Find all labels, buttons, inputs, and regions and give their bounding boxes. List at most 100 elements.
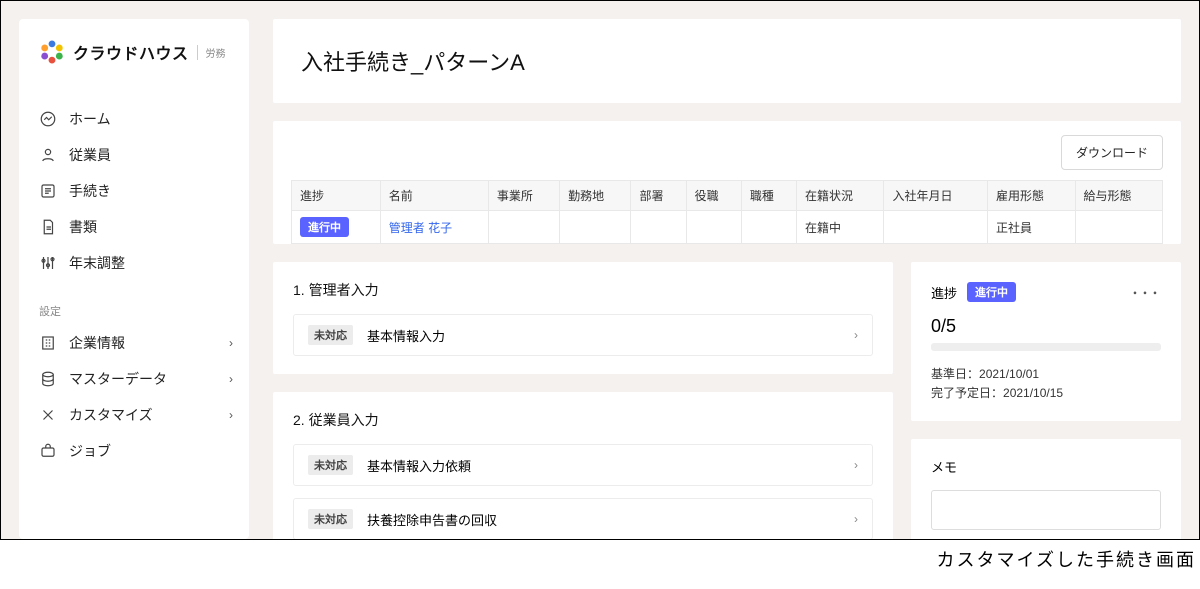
due-date-label: 完了予定日： xyxy=(931,386,1003,400)
task-label: 扶養控除申告書の回収 xyxy=(367,510,497,529)
base-date: 2021/10/01 xyxy=(979,367,1039,381)
progress-label: 進捗 xyxy=(931,283,957,302)
column-header: 給与形態 xyxy=(1075,181,1163,211)
column-header: 名前 xyxy=(380,181,488,211)
content-columns: 1. 管理者入力未対応基本情報入力›2. 従業員入力未対応基本情報入力依頼›未対… xyxy=(273,262,1181,540)
side-column: 進捗 進行中 ･･･ 0/5 基準日：2021/10/01 完了予定日：2021… xyxy=(911,262,1181,540)
sidebar-nav: ホーム従業員手続き書類年末調整 xyxy=(39,101,233,281)
column-header: 入社年月日 xyxy=(884,181,988,211)
column-header: 勤務地 xyxy=(560,181,631,211)
sidebar-settings-item-3[interactable]: ジョブ xyxy=(39,433,233,469)
sidebar: クラウドハウス 労務 ホーム従業員手続き書類年末調整 設定 企業情報›マスターデ… xyxy=(19,19,249,539)
list-icon xyxy=(39,182,57,200)
progress-bar xyxy=(931,343,1161,351)
employee-table: 進捗名前事業所勤務地部署役職職種在籍状況入社年月日雇用形態給与形態 進行中 管理… xyxy=(291,180,1163,244)
tools-icon xyxy=(39,406,57,424)
task-sections-column: 1. 管理者入力未対応基本情報入力›2. 従業員入力未対応基本情報入力依頼›未対… xyxy=(273,262,893,540)
employee-name-link[interactable]: 管理者 花子 xyxy=(389,221,452,235)
sidebar-settings: 企業情報 › マスターデータ › カスタマイズ › ジョブ xyxy=(39,325,233,469)
main: 入社手続き_パターンA ダウンロード 進捗名前事業所勤務地部署役職職種在籍状況入… xyxy=(273,19,1181,539)
database-icon xyxy=(39,370,57,388)
task-row[interactable]: 未対応扶養控除申告書の回収 › xyxy=(293,498,873,540)
chevron-right-icon: › xyxy=(854,328,858,342)
task-section-1: 2. 従業員入力未対応基本情報入力依頼›未対応扶養控除申告書の回収›未対応マイナ… xyxy=(273,392,893,540)
task-status-badge: 未対応 xyxy=(308,455,353,475)
progress-card: 進捗 進行中 ･･･ 0/5 基準日：2021/10/01 完了予定日：2021… xyxy=(911,262,1181,421)
due-date: 2021/10/15 xyxy=(1003,386,1063,400)
progress-badge: 進行中 xyxy=(300,217,349,237)
nav-label: 年末調整 xyxy=(69,253,125,273)
building-icon xyxy=(39,334,57,352)
progress-badge: 進行中 xyxy=(967,282,1016,302)
cell-dept xyxy=(631,211,686,244)
cell-workplace xyxy=(560,211,631,244)
brand-sub: 労務 xyxy=(197,45,226,60)
briefcase-icon xyxy=(39,442,57,460)
chevron-right-icon: › xyxy=(229,336,233,350)
nav-label: ジョブ xyxy=(69,441,111,461)
cell-hire-date xyxy=(884,211,988,244)
cell-status: 在籍中 xyxy=(797,211,884,244)
chevron-right-icon: › xyxy=(229,372,233,386)
column-header: 職種 xyxy=(741,181,796,211)
chevron-right-icon: › xyxy=(854,458,858,472)
nav-label: カスタマイズ xyxy=(69,405,153,425)
cell-title xyxy=(686,211,741,244)
section-title: 1. 管理者入力 xyxy=(293,280,873,300)
sidebar-section-label: 設定 xyxy=(39,303,233,319)
user-icon xyxy=(39,146,57,164)
chevron-right-icon: › xyxy=(854,512,858,526)
sidebar-nav-item-4[interactable]: 年末調整 xyxy=(39,245,233,281)
task-section-0: 1. 管理者入力未対応基本情報入力› xyxy=(273,262,893,374)
home-icon xyxy=(39,110,57,128)
adjust-icon xyxy=(39,254,57,272)
sidebar-settings-item-0[interactable]: 企業情報 › xyxy=(39,325,233,361)
page-title: 入社手続き_パターンA xyxy=(301,45,1153,77)
task-status-badge: 未対応 xyxy=(308,509,353,529)
nav-label: マスターデータ xyxy=(69,369,167,389)
column-header: 部署 xyxy=(631,181,686,211)
brand-logo-icon xyxy=(39,39,65,65)
brand-name: クラウドハウス xyxy=(73,40,189,64)
column-header: 雇用形態 xyxy=(988,181,1075,211)
sidebar-nav-item-0[interactable]: ホーム xyxy=(39,101,233,137)
figure-caption: カスタマイズした手続き画面 xyxy=(0,540,1200,574)
task-row[interactable]: 未対応基本情報入力› xyxy=(293,314,873,356)
section-title: 2. 従業員入力 xyxy=(293,410,873,430)
sidebar-nav-item-1[interactable]: 従業員 xyxy=(39,137,233,173)
base-date-label: 基準日： xyxy=(931,367,979,381)
title-panel: 入社手続き_パターンA xyxy=(273,19,1181,103)
cell-office xyxy=(488,211,559,244)
memo-input[interactable] xyxy=(931,490,1161,530)
nav-label: ホーム xyxy=(69,109,111,129)
sidebar-settings-item-2[interactable]: カスタマイズ › xyxy=(39,397,233,433)
task-label: 基本情報入力 xyxy=(367,326,445,345)
column-header: 在籍状況 xyxy=(797,181,884,211)
sidebar-nav-item-2[interactable]: 手続き xyxy=(39,173,233,209)
download-button[interactable]: ダウンロード xyxy=(1061,135,1163,170)
task-label: 基本情報入力依頼 xyxy=(367,456,471,475)
progress-dates: 基準日：2021/10/01 完了予定日：2021/10/15 xyxy=(931,365,1161,403)
memo-title: メモ xyxy=(931,457,1161,476)
progress-count: 0/5 xyxy=(931,316,1161,337)
nav-label: 手続き xyxy=(69,181,111,201)
nav-label: 従業員 xyxy=(69,145,111,165)
sidebar-nav-item-3[interactable]: 書類 xyxy=(39,209,233,245)
cell-jobtype xyxy=(741,211,796,244)
chevron-right-icon: › xyxy=(229,408,233,422)
task-row[interactable]: 未対応基本情報入力依頼 › xyxy=(293,444,873,486)
nav-label: 企業情報 xyxy=(69,333,125,353)
nav-label: 書類 xyxy=(69,217,97,237)
column-header: 役職 xyxy=(686,181,741,211)
column-header: 事業所 xyxy=(488,181,559,211)
app-frame: クラウドハウス 労務 ホーム従業員手続き書類年末調整 設定 企業情報›マスターデ… xyxy=(0,0,1200,540)
cell-pay-type xyxy=(1075,211,1163,244)
table-row[interactable]: 進行中 管理者 花子 在籍中 正社員 xyxy=(292,211,1163,244)
cell-emp-type: 正社員 xyxy=(988,211,1075,244)
more-menu-icon[interactable]: ･･･ xyxy=(1131,280,1161,304)
column-header: 進捗 xyxy=(292,181,381,211)
sidebar-settings-item-1[interactable]: マスターデータ › xyxy=(39,361,233,397)
brand: クラウドハウス 労務 xyxy=(39,39,233,65)
document-icon xyxy=(39,218,57,236)
memo-card: メモ xyxy=(911,439,1181,540)
